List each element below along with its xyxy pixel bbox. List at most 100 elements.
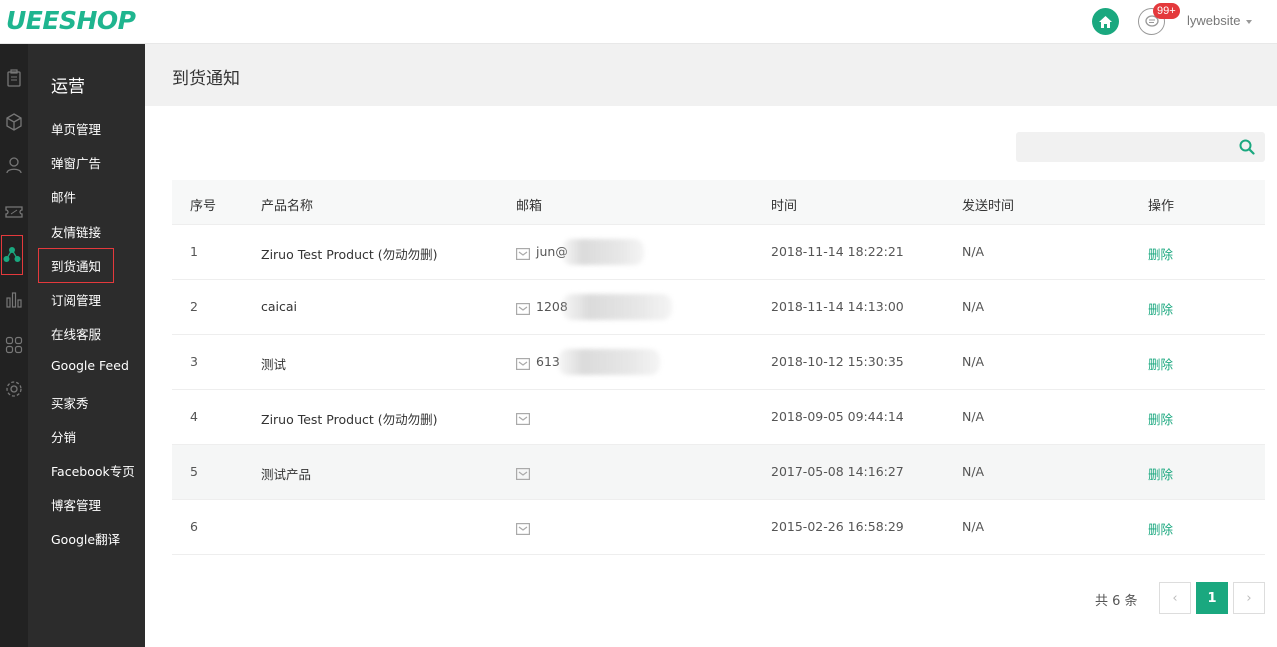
table-row: 1 Ziruo Test Product (勿动勿删) jun@ 2018-11…: [172, 225, 1265, 280]
rail-item-orders[interactable]: [0, 58, 28, 98]
clipboard-icon: [7, 69, 21, 87]
search-input[interactable]: [1016, 132, 1226, 162]
mail-icon: [516, 245, 531, 264]
sidebar-item-facebook[interactable]: Facebook专页: [51, 461, 135, 480]
table-row: 5 测试产品 2017-05-08 14:16:27 N/A 删除: [172, 445, 1265, 500]
delete-link[interactable]: 删除: [1148, 409, 1173, 428]
sidebar-item-blog[interactable]: 博客管理: [51, 495, 101, 514]
row-index: 1: [190, 244, 198, 259]
email-redaction: [558, 349, 660, 375]
sidebar-item-email[interactable]: 邮件: [51, 187, 76, 206]
caret-down-icon: [1246, 19, 1253, 24]
sidebar: 运营 单页管理 弹窗广告 邮件 友情链接 到货通知 订阅管理 在线客服 Goog…: [28, 44, 145, 647]
sidebar-item-distribution[interactable]: 分销: [51, 427, 76, 446]
sidebar-item-subscriptions[interactable]: 订阅管理: [51, 290, 101, 309]
sidebar-item-pages[interactable]: 单页管理: [51, 119, 101, 138]
table-row: 3 测试 613 2018-10-12 15:30:35 N/A 删除: [172, 335, 1265, 390]
next-page-button[interactable]: ›: [1233, 582, 1265, 614]
top-bar: UEESHOP 99+ lywebsite: [0, 0, 1277, 44]
notification-table: 序号 产品名称 邮箱 时间 发送时间 操作 1 Ziruo Test Produ…: [172, 180, 1265, 555]
rail-item-marketing[interactable]: [0, 192, 28, 232]
username: lywebsite: [1187, 13, 1241, 28]
row-sent-time: N/A: [962, 464, 985, 479]
row-email: 613: [536, 354, 560, 369]
sidebar-item-google-translate[interactable]: Google翻译: [51, 529, 120, 548]
user-icon: [6, 157, 22, 174]
mail-icon: [516, 410, 531, 429]
row-product: Ziruo Test Product (勿动勿删): [261, 247, 438, 262]
home-button[interactable]: [1092, 8, 1119, 35]
home-icon: [1099, 15, 1112, 28]
row-sent-time: N/A: [962, 244, 985, 259]
row-index: 4: [190, 409, 198, 424]
sidebar-item-buyer-show[interactable]: 买家秀: [51, 393, 89, 412]
row-time: 2018-11-14 14:13:00: [771, 299, 904, 314]
row-time: 2018-09-05 09:44:14: [771, 409, 904, 424]
rail-item-statistics[interactable]: [0, 279, 28, 319]
rail-item-operations[interactable]: [1, 235, 23, 275]
mail-icon: [516, 300, 531, 319]
rail-item-apps[interactable]: [0, 325, 28, 365]
settings-icon: [6, 381, 22, 397]
header-index: 序号: [190, 199, 217, 214]
mail-icon: [516, 465, 531, 484]
delete-link[interactable]: 删除: [1148, 464, 1173, 483]
email-redaction: [562, 294, 672, 320]
row-product: Ziruo Test Product (勿动勿删): [261, 412, 438, 427]
row-product: caicai: [261, 299, 298, 314]
apps-icon: [5, 336, 23, 354]
sidebar-item-arrival-notice[interactable]: 到货通知: [38, 248, 115, 283]
sidebar-item-popup-ads[interactable]: 弹窗广告: [51, 153, 101, 172]
user-menu[interactable]: lywebsite: [1187, 13, 1253, 28]
row-product: 测试: [261, 357, 287, 372]
table-row: 2 caicai 1208 2018-11-14 14:13:00 N/A 删除: [172, 280, 1265, 335]
box-icon: [6, 113, 22, 131]
coupon-icon: [5, 206, 23, 218]
row-index: 3: [190, 354, 198, 369]
share-icon: [3, 247, 21, 262]
icon-rail: [0, 44, 28, 647]
delete-link[interactable]: 删除: [1148, 354, 1173, 373]
page-header: 到货通知: [145, 44, 1277, 106]
row-product: 测试产品: [261, 467, 312, 482]
row-time: 2017-05-08 14:16:27: [771, 464, 904, 479]
sidebar-item-google-feed[interactable]: Google Feed: [51, 358, 129, 373]
row-sent-time: N/A: [962, 299, 985, 314]
rail-item-settings[interactable]: [0, 369, 28, 409]
row-sent-time: N/A: [962, 519, 985, 534]
prev-page-button[interactable]: ‹: [1159, 582, 1191, 614]
header-sent-time: 发送时间: [962, 199, 1015, 214]
logo[interactable]: UEESHOP: [6, 6, 136, 35]
notification-badge: 99+: [1153, 3, 1180, 19]
search-box: [1016, 132, 1265, 162]
row-time: 2018-11-14 18:22:21: [771, 244, 904, 259]
delete-link[interactable]: 删除: [1148, 299, 1173, 318]
email-redaction: [562, 239, 644, 265]
table-row: 4 Ziruo Test Product (勿动勿删) 2018-09-05 0…: [172, 390, 1265, 445]
header-time: 时间: [771, 199, 798, 214]
delete-link[interactable]: 删除: [1148, 519, 1173, 538]
bar-chart-icon: [6, 292, 22, 308]
row-sent-time: N/A: [962, 354, 985, 369]
sidebar-title: 运营: [51, 77, 85, 97]
row-index: 2: [190, 299, 198, 314]
page-1-button[interactable]: 1: [1196, 582, 1228, 614]
sidebar-item-friend-links[interactable]: 友情链接: [51, 222, 101, 241]
table-row: 6 2015-02-26 16:58:29 N/A 删除: [172, 500, 1265, 555]
header-product: 产品名称: [261, 199, 314, 214]
row-index: 6: [190, 519, 198, 534]
rail-item-users[interactable]: [0, 145, 28, 185]
row-sent-time: N/A: [962, 409, 985, 424]
mail-icon: [516, 355, 531, 374]
row-index: 5: [190, 464, 198, 479]
sidebar-item-online-service[interactable]: 在线客服: [51, 324, 101, 343]
page-title: 到货通知: [172, 69, 240, 89]
total-count: 共 6 条: [1095, 594, 1138, 609]
rail-item-products[interactable]: [0, 102, 28, 142]
mail-icon: [516, 520, 531, 539]
search-icon[interactable]: [1239, 139, 1255, 159]
main-content: 到货通知 序号 产品名称 邮箱 时间 发送时间 操作 1 Ziruo Test …: [145, 44, 1277, 647]
header-action: 操作: [1148, 199, 1175, 214]
delete-link[interactable]: 删除: [1148, 244, 1173, 263]
header-email: 邮箱: [516, 199, 543, 214]
